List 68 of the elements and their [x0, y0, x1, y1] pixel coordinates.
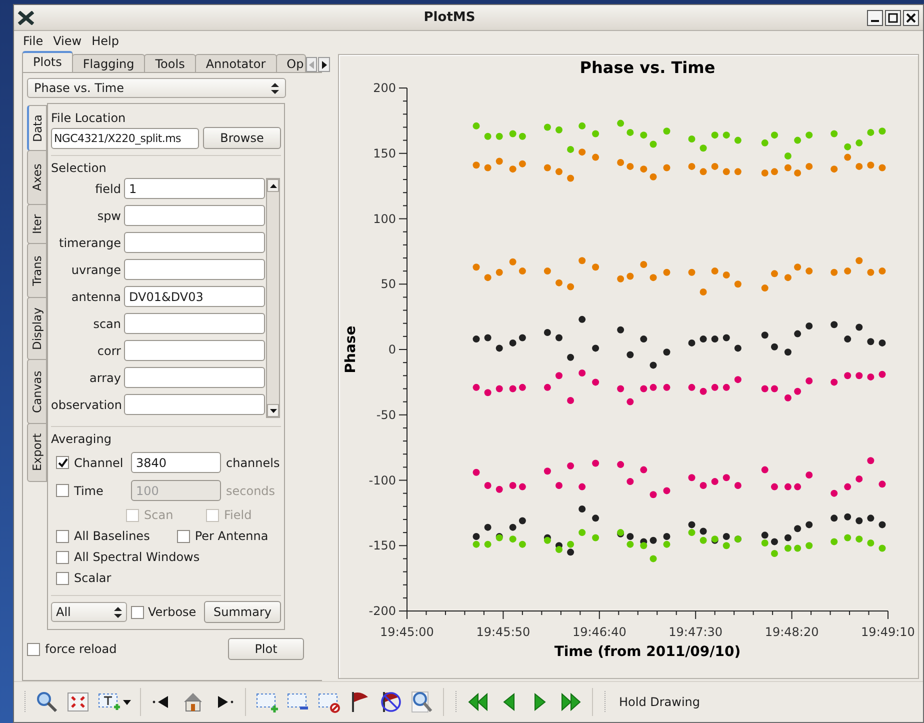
input-field[interactable]: DV01&DV03 [124, 286, 265, 307]
side-tab[interactable]: Axes [27, 150, 47, 205]
checkbox-label: Scan [144, 508, 174, 522]
menu-item[interactable]: View [48, 34, 87, 48]
field-label: uvrange [70, 262, 121, 276]
field-label: timerange [58, 236, 121, 250]
axis-tick-label: 0 [388, 342, 396, 356]
checkbox-label: All Baselines [74, 529, 150, 543]
axis-tick-label: 100 [373, 212, 396, 226]
side-tab[interactable]: Trans [27, 243, 47, 298]
plot-type-dropdown[interactable]: Phase vs. Time [27, 78, 286, 98]
window-title: PlotMS [422, 10, 476, 25]
axis-tick-label: 19:48:20 [764, 625, 819, 639]
chart-title: Phase vs. Time [580, 58, 716, 77]
field-label: antenna [70, 290, 121, 304]
axis-tick-label: 19:46:40 [572, 625, 626, 639]
menu-item[interactable]: File [18, 34, 48, 48]
section-label: Averaging [51, 432, 112, 446]
checkbox-label: Verbose [148, 605, 196, 619]
side-tab[interactable]: Canvas [27, 359, 47, 424]
axis-title: Time (from 2011/09/10) [554, 644, 741, 660]
field-label: scan [92, 316, 121, 330]
axis-tick-label: -50 [376, 408, 396, 422]
plot-button[interactable]: Plot [228, 638, 304, 660]
side-tab[interactable]: Export [27, 423, 47, 482]
tab[interactable]: Tools [144, 54, 196, 72]
side-tab[interactable]: Data [27, 105, 47, 151]
field-label: corr [96, 344, 121, 358]
checkbox-label: Per Antenna [194, 529, 268, 543]
axis-tick-label: 19:45:00 [380, 625, 434, 639]
field-label: field [94, 182, 121, 196]
tab[interactable]: Annotator [194, 54, 277, 72]
checkbox-label: Scalar [74, 571, 112, 585]
browse-button[interactable]: Browse [203, 127, 281, 149]
axis-tick-label: 19:47:30 [668, 625, 723, 639]
axis-tick-label: -150 [368, 538, 396, 553]
side-tab[interactable]: Display [27, 297, 47, 360]
unit-label: seconds [226, 484, 276, 498]
axis-tick-label: -100 [368, 473, 396, 488]
checkbox-label: Field [224, 508, 253, 522]
checkbox-label: force reload [45, 642, 117, 656]
input-field[interactable]: 1 [124, 178, 265, 199]
file-path-field[interactable]: NGC4321/X220_split.ms [51, 128, 199, 148]
section-label: File Location [51, 111, 127, 125]
field-label: observation [51, 398, 121, 412]
tab[interactable]: Plots [22, 51, 73, 72]
axis-tick-label: -200 [368, 604, 396, 618]
checkbox-label: Time [74, 484, 104, 498]
input-field[interactable]: 3840 [131, 452, 221, 473]
axis-tick-label: 150 [373, 146, 396, 160]
scope-dropdown[interactable]: All [51, 602, 127, 622]
checkbox-label: Channel [74, 456, 124, 470]
side-tab[interactable]: Iter [27, 204, 47, 244]
axis-title: Phase [343, 326, 359, 374]
unit-label: channels [226, 456, 280, 470]
section-label: Selection [51, 161, 108, 175]
tab[interactable]: Op [276, 54, 306, 72]
tab[interactable]: Flagging [72, 54, 146, 72]
hold-drawing-button[interactable]: Hold Drawing [615, 695, 704, 709]
field-label: array [88, 370, 121, 384]
axis-tick-label: 50 [380, 277, 396, 292]
axis-tick-label: 19:45:50 [476, 625, 530, 639]
summary-button[interactable]: Summary [204, 601, 281, 623]
field-label: spw [96, 208, 121, 222]
axis-tick-label: 19:49:10 [861, 625, 915, 639]
checkbox-label: All Spectral Windows [74, 550, 200, 564]
menu-item[interactable]: Help [86, 34, 124, 48]
axis-tick-label: 200 [373, 81, 396, 95]
